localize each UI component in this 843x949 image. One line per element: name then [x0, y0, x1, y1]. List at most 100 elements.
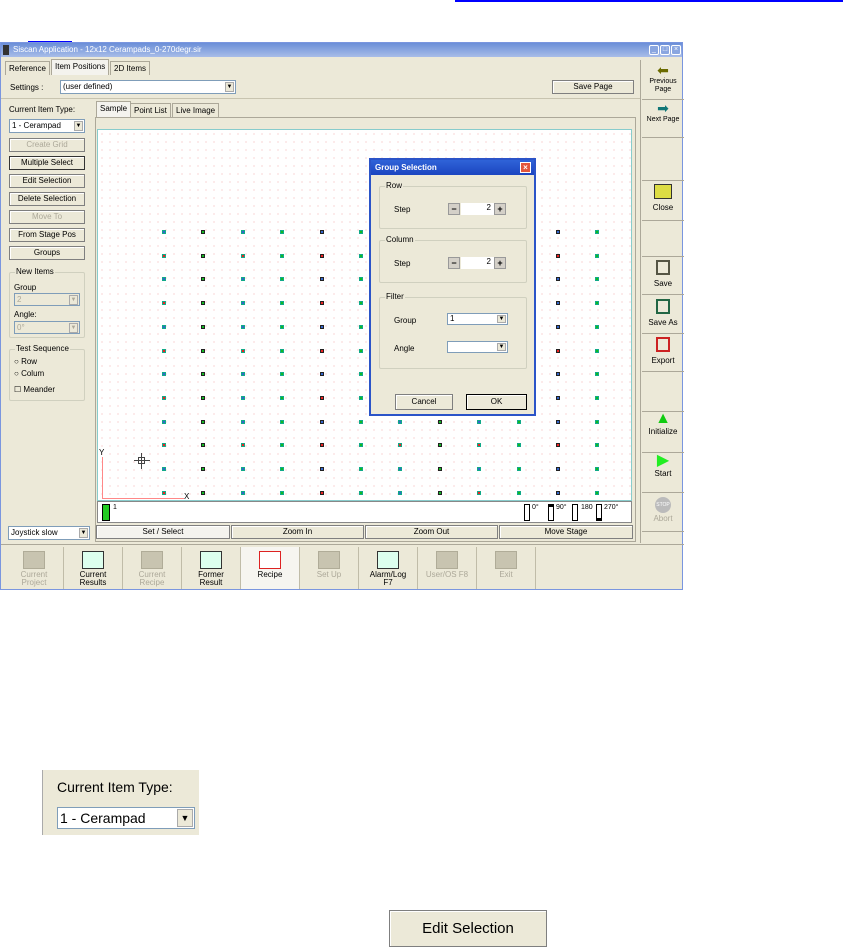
maximize-button[interactable]: □ [660, 45, 670, 55]
move-to-button[interactable]: Move To [9, 210, 85, 224]
item-position-marker[interactable] [240, 467, 245, 471]
item-position-marker[interactable] [359, 419, 363, 424]
tab-reference[interactable]: Reference [5, 61, 50, 75]
move-stage-button[interactable]: Move Stage [499, 525, 633, 539]
item-position-marker[interactable] [595, 490, 600, 495]
taskbar-set-up[interactable]: Set Up [300, 547, 359, 589]
item-position-marker[interactable] [319, 253, 324, 258]
item-position-marker[interactable] [437, 443, 442, 448]
toolbar-button-close[interactable]: Close [642, 181, 684, 221]
item-position-marker[interactable] [162, 443, 166, 448]
save-page-button[interactable]: Save Page [552, 80, 634, 94]
item-position-marker[interactable] [240, 490, 245, 495]
item-position-marker[interactable] [319, 324, 324, 329]
column-step-increment[interactable]: + [494, 257, 506, 269]
item-position-marker[interactable] [162, 301, 166, 306]
item-position-marker[interactable] [437, 490, 442, 495]
row-radio[interactable]: ○ Row [14, 357, 37, 366]
item-position-marker[interactable] [477, 490, 482, 495]
item-position-marker[interactable] [162, 324, 166, 329]
item-position-marker[interactable] [280, 419, 285, 424]
filter-angle-dropdown[interactable]: ▼ [447, 341, 508, 353]
ok-button[interactable]: OK [466, 394, 527, 410]
item-position-marker[interactable] [359, 467, 363, 471]
create-grid-button[interactable]: Create Grid [9, 138, 85, 152]
item-position-marker[interactable] [240, 253, 245, 258]
item-position-marker[interactable] [319, 395, 324, 400]
item-position-marker[interactable] [280, 253, 285, 258]
taskbar-recipe[interactable]: Recipe [241, 547, 300, 589]
taskbar-former-result[interactable]: Former Result [182, 547, 241, 589]
item-position-marker[interactable] [201, 419, 206, 424]
taskbar-user-os-f8[interactable]: User/OS F8 [418, 547, 477, 589]
hyperlink-underline[interactable] [455, 0, 843, 2]
settings-dropdown[interactable]: (user defined) ▼ [60, 80, 236, 94]
item-position-marker[interactable] [556, 490, 560, 495]
item-position-marker[interactable] [359, 490, 363, 495]
close-button[interactable]: × [671, 45, 681, 55]
edit-selection-button[interactable]: Edit Selection [9, 174, 85, 188]
item-position-marker[interactable] [201, 467, 206, 471]
item-position-marker[interactable] [556, 230, 560, 234]
item-position-marker[interactable] [280, 395, 285, 400]
item-position-marker[interactable] [280, 301, 285, 306]
item-position-marker[interactable] [359, 372, 363, 377]
angle-dropdown[interactable]: 0° ▼ [14, 321, 80, 334]
delete-selection-button[interactable]: Delete Selection [9, 192, 85, 206]
zoomed-item-type-dropdown[interactable]: 1 - Cerampad ▼ [57, 807, 195, 829]
taskbar-current-project[interactable]: Current Project [5, 547, 64, 589]
column-radio[interactable]: ○ Colum [14, 369, 44, 378]
item-position-marker[interactable] [280, 277, 285, 282]
item-position-marker[interactable] [595, 301, 600, 306]
set-select-button[interactable]: Set / Select [96, 525, 230, 539]
item-position-marker[interactable] [280, 230, 285, 234]
item-position-marker[interactable] [201, 490, 206, 495]
item-position-marker[interactable] [240, 301, 245, 306]
groups-button[interactable]: Groups [9, 246, 85, 260]
row-step-input[interactable]: 2 [461, 203, 494, 215]
item-position-marker[interactable] [595, 372, 600, 377]
item-position-marker[interactable] [201, 348, 206, 353]
item-position-marker[interactable] [516, 419, 521, 424]
item-position-marker[interactable] [162, 230, 166, 234]
taskbar-current-recipe[interactable]: Current Recipe [123, 547, 182, 589]
item-position-marker[interactable] [201, 395, 206, 400]
item-position-marker[interactable] [280, 490, 285, 495]
toolbar-button-save[interactable]: Save [642, 257, 684, 295]
item-position-marker[interactable] [280, 348, 285, 353]
item-position-marker[interactable] [319, 467, 324, 471]
row-step-decrement[interactable]: − [448, 203, 460, 215]
sample-canvas[interactable]: Y X [97, 129, 632, 501]
item-position-marker[interactable] [398, 419, 403, 424]
toolbar-button-start[interactable]: ▶ Start [642, 453, 684, 493]
item-position-marker[interactable] [319, 301, 324, 306]
item-position-marker[interactable] [162, 395, 166, 400]
item-position-marker[interactable] [398, 467, 403, 471]
item-position-marker[interactable] [556, 348, 560, 353]
item-position-marker[interactable] [240, 372, 245, 377]
item-position-marker[interactable] [556, 467, 560, 471]
item-position-marker[interactable] [162, 253, 166, 258]
column-step-decrement[interactable]: − [448, 257, 460, 269]
tab-sample[interactable]: Sample [96, 101, 132, 117]
item-position-marker[interactable] [516, 443, 521, 448]
item-position-marker[interactable] [359, 301, 363, 306]
item-position-marker[interactable] [240, 324, 245, 329]
item-position-marker[interactable] [319, 372, 324, 377]
item-position-marker[interactable] [201, 253, 206, 258]
item-position-marker[interactable] [240, 395, 245, 400]
item-position-marker[interactable] [556, 443, 560, 448]
item-position-marker[interactable] [556, 395, 560, 400]
item-position-marker[interactable] [201, 230, 206, 234]
item-position-marker[interactable] [162, 490, 166, 495]
minimize-button[interactable]: _ [649, 45, 659, 55]
group-dropdown[interactable]: 2 ▼ [14, 293, 80, 306]
item-position-marker[interactable] [162, 348, 166, 353]
toolbar-button-save-as[interactable]: Save As [642, 296, 684, 334]
item-position-marker[interactable] [398, 490, 403, 495]
item-position-marker[interactable] [280, 443, 285, 448]
item-position-marker[interactable] [595, 277, 600, 282]
item-position-marker[interactable] [240, 277, 245, 282]
toolbar-button-previous-page[interactable]: ⬅ Previous Page [642, 63, 684, 100]
item-position-marker[interactable] [359, 395, 363, 400]
